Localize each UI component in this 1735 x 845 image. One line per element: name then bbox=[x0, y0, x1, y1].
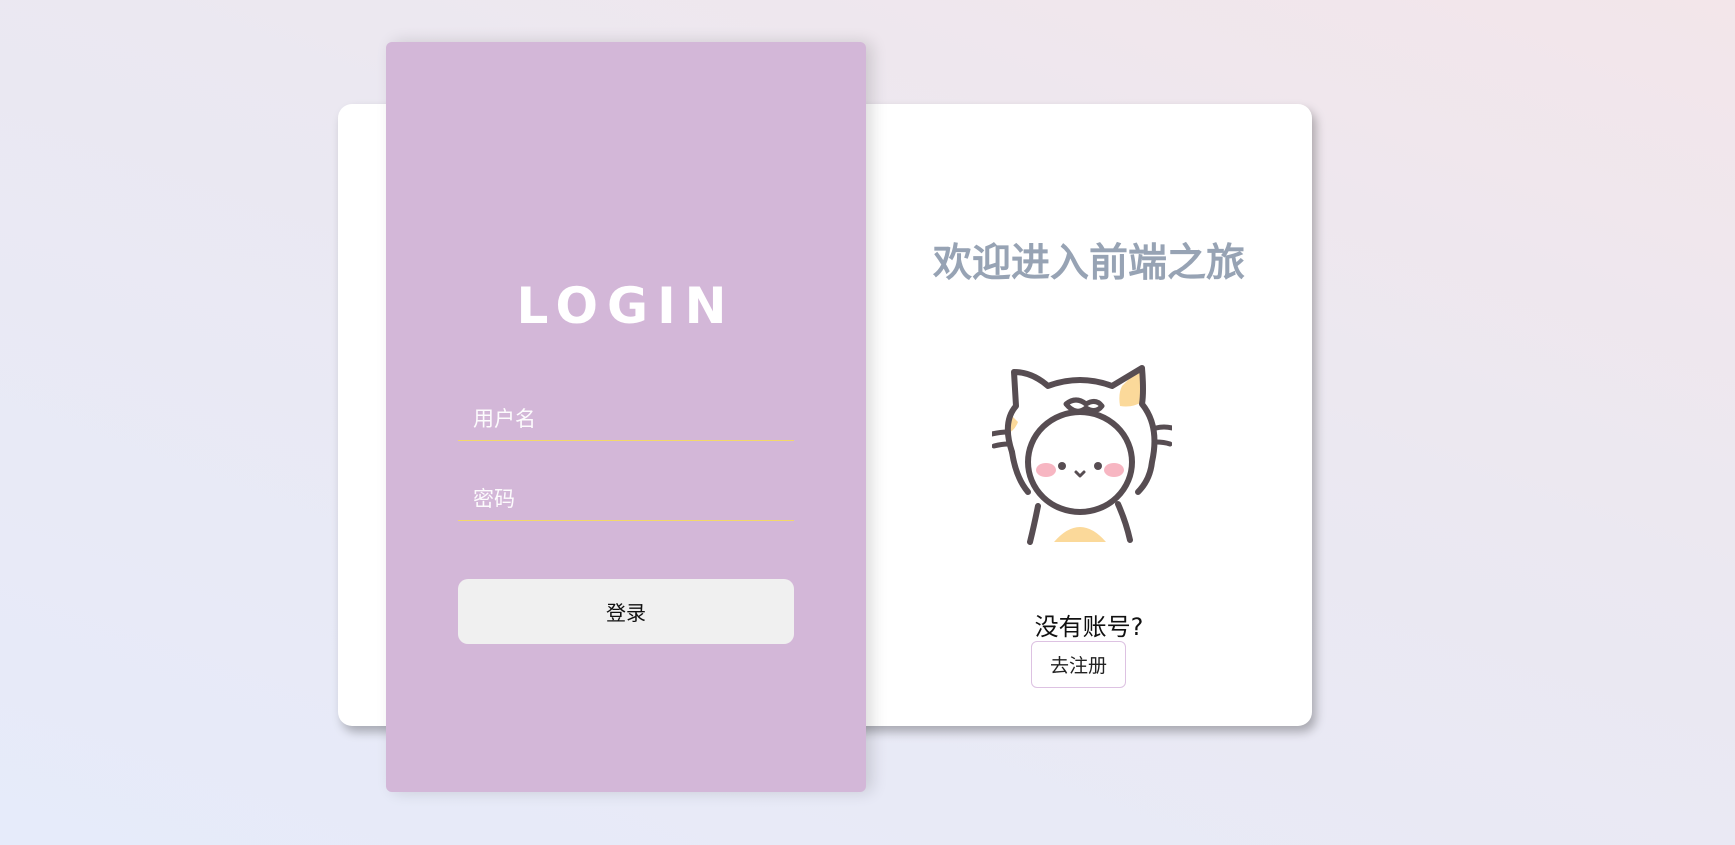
register-button[interactable]: 去注册 bbox=[1031, 641, 1126, 688]
no-account-text: 没有账号? bbox=[1034, 613, 1144, 641]
username-input[interactable] bbox=[458, 397, 794, 441]
login-button[interactable]: 登录 bbox=[458, 579, 794, 644]
login-panel: LOGIN 登录 bbox=[386, 42, 866, 792]
cat-costume-mascot-icon bbox=[992, 365, 1172, 545]
login-title: LOGIN bbox=[516, 277, 736, 335]
password-input[interactable] bbox=[458, 477, 794, 521]
welcome-heading: 欢迎进入前端之旅 bbox=[932, 241, 1245, 286]
